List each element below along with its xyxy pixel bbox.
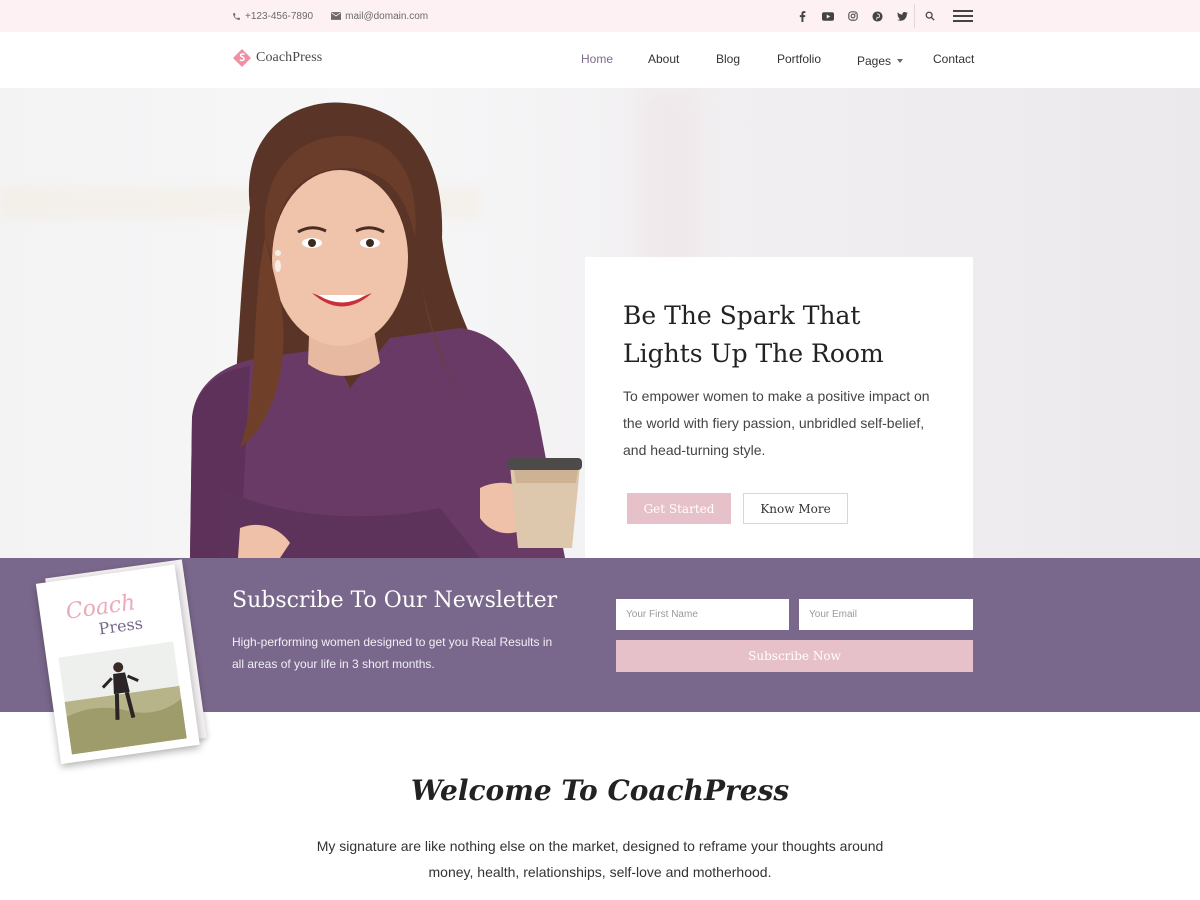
- instagram-icon[interactable]: [840, 0, 865, 32]
- contact-info: +123-456-7890 mail@domain.com: [232, 0, 446, 32]
- social-links: [790, 0, 915, 32]
- nav-contact[interactable]: Contact: [933, 52, 974, 66]
- ebook-cover: Coach Press: [35, 564, 200, 765]
- hamburger-menu-icon[interactable]: [953, 10, 973, 22]
- welcome-text: My signature are like nothing else on th…: [316, 838, 884, 880]
- email-input[interactable]: [799, 599, 973, 630]
- youtube-icon[interactable]: [815, 0, 840, 32]
- top-bar: +123-456-7890 mail@domain.com: [0, 0, 1200, 32]
- facebook-icon[interactable]: [790, 0, 815, 32]
- welcome-title: Welcome To CoachPress: [410, 774, 790, 807]
- pinterest-icon[interactable]: [865, 0, 890, 32]
- hero-card: Be The Spark That Lights Up The Room To …: [585, 257, 973, 558]
- newsletter-title: Subscribe To Our Newsletter: [232, 588, 558, 613]
- logo-text: CoachPress: [256, 50, 323, 65]
- twitter-icon[interactable]: [890, 0, 915, 32]
- newsletter-description: High-performing women designed to get yo…: [232, 635, 553, 671]
- phone-number: +123-456-7890: [245, 10, 314, 22]
- chevron-down-icon: [897, 58, 904, 63]
- nav-blog[interactable]: Blog: [716, 52, 740, 66]
- nav-pages[interactable]: Pages: [857, 52, 904, 70]
- get-started-button[interactable]: Get Started: [627, 493, 731, 524]
- hero-section: Be The Spark That Lights Up The Room To …: [0, 88, 1200, 558]
- first-name-input[interactable]: [616, 599, 789, 630]
- know-more-button[interactable]: Know More: [743, 493, 848, 524]
- site-logo[interactable]: CoachPress: [232, 48, 322, 68]
- subscribe-button[interactable]: Subscribe Now: [616, 640, 973, 672]
- nav-home[interactable]: Home: [581, 52, 613, 66]
- ebook-photo: [58, 641, 187, 755]
- email-item[interactable]: mail@domain.com: [331, 11, 428, 22]
- search-icon[interactable]: [921, 0, 939, 32]
- email-address: mail@domain.com: [345, 10, 429, 22]
- topbar-divider: [914, 4, 915, 28]
- ebook-cover-image: Coach Press: [35, 559, 218, 768]
- phone-icon: [233, 12, 240, 20]
- envelope-icon: [331, 12, 342, 20]
- nav-pages-label: Pages: [857, 54, 892, 68]
- nav-portfolio[interactable]: Portfolio: [777, 52, 821, 66]
- phone-item[interactable]: +123-456-7890: [232, 11, 313, 22]
- site-header: CoachPress Home About Blog Portfolio Pag…: [0, 32, 1200, 88]
- hero-description: To empower women to make a positive impa…: [623, 388, 930, 458]
- hero-title: Be The Spark That Lights Up The Room: [623, 301, 884, 368]
- hero-woman-photo: [190, 102, 582, 558]
- nav-about[interactable]: About: [648, 52, 679, 66]
- logo-mark-icon: [233, 49, 251, 67]
